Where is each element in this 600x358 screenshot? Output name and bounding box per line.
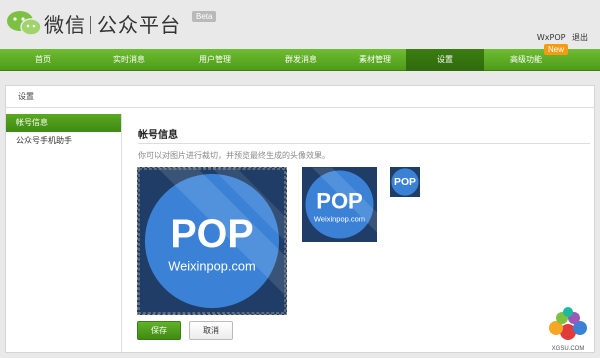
site-watermark: XGSU.COM — [542, 306, 594, 352]
nav-item-home[interactable]: 首页 — [0, 49, 86, 71]
save-button[interactable]: 保存 — [137, 321, 181, 340]
main-panel: 设置 帐号信息 公众号手机助手 帐号信息 你可以对图片进行裁切，并预览最终生成的… — [5, 85, 595, 353]
avatar-sub-text: Weixinpop.com — [168, 259, 255, 274]
nav-item-materials[interactable]: 素材管理 — [344, 49, 406, 71]
nav-item-user-management[interactable]: 用户管理 — [172, 49, 258, 71]
breadcrumb: 设置 — [6, 86, 594, 108]
avatar-preview-large: POP Weixinpop.com — [302, 167, 377, 242]
nav-item-settings[interactable]: 设置 — [406, 49, 484, 71]
brand-platform: 公众平台 — [97, 13, 181, 37]
username-link[interactable]: WxPOP — [537, 33, 566, 42]
sidebar: 帐号信息 公众号手机助手 — [6, 114, 122, 352]
beta-badge: Beta — [192, 11, 217, 22]
new-badge: New — [544, 44, 569, 55]
crop-hint: 你可以对图片进行裁切，并预览最终生成的头像效果。 — [138, 151, 330, 160]
avatar-preview-large-image: POP Weixinpop.com — [302, 167, 377, 242]
cancel-button[interactable]: 取消 — [189, 321, 233, 340]
header: 微信 公众平台 Beta WxPOP 退出 — [0, 0, 600, 48]
user-area: WxPOP 退出 — [533, 32, 588, 43]
main-nav: 首页 实时消息 用户管理 群发消息 素材管理 设置 高级功能 — [0, 49, 600, 71]
divider — [138, 143, 590, 144]
crop-area[interactable]: POP Weixinpop.com — [137, 167, 287, 315]
preview-large-main-text: POP — [316, 189, 362, 214]
preview-small-main-text: POP — [394, 177, 416, 188]
watermark-text: XGSU.COM — [551, 346, 585, 352]
avatar-image: POP Weixinpop.com — [138, 168, 286, 314]
logout-link[interactable]: 退出 — [572, 33, 588, 42]
brand-wechat: 微信 — [44, 13, 86, 37]
section-title: 帐号信息 — [138, 130, 178, 141]
sidebar-item-account-info[interactable]: 帐号信息 — [6, 114, 121, 132]
avatar-main-text: POP — [170, 212, 253, 256]
brand-title: 微信 公众平台 — [44, 9, 181, 38]
preview-large-sub-text: Weixinpop.com — [314, 215, 365, 224]
nav-item-realtime-messages[interactable]: 实时消息 — [86, 49, 172, 71]
peacock-logo-icon — [549, 307, 587, 340]
avatar-preview-small-image: POP — [390, 167, 420, 197]
wechat-logo-icon — [7, 11, 42, 36]
brand-separator — [90, 16, 91, 34]
nav-item-mass-messages[interactable]: 群发消息 — [258, 49, 344, 71]
avatar-preview-small: POP — [390, 167, 420, 197]
sidebar-item-mobile-assistant[interactable]: 公众号手机助手 — [6, 132, 121, 150]
